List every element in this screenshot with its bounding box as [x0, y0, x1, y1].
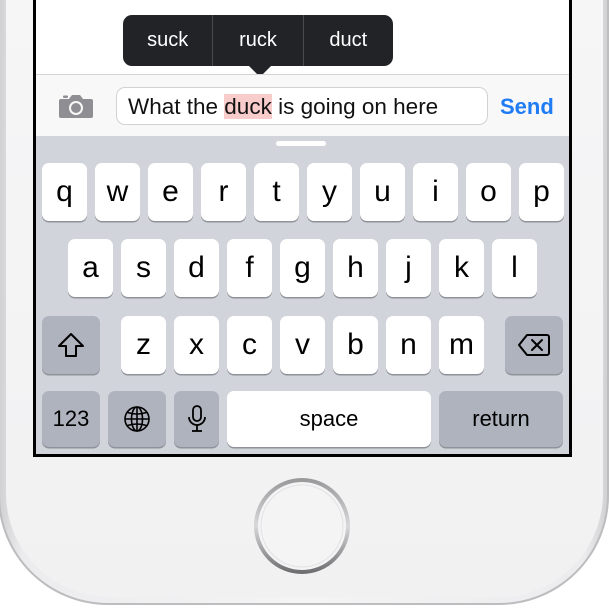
key-a[interactable]: a [68, 239, 113, 297]
key-h[interactable]: h [333, 239, 378, 297]
screen: suck ruck duct What the duck is going on… [33, 0, 572, 457]
key-p[interactable]: p [519, 163, 564, 221]
suggestion-item[interactable]: ruck [213, 15, 304, 66]
keyboard: q w e r t y u i o p a s d f g h j k l z … [36, 136, 569, 454]
key-c[interactable]: c [227, 316, 272, 374]
camera-icon[interactable] [58, 93, 94, 119]
key-r[interactable]: r [201, 163, 246, 221]
numbers-key-label: 123 [52, 406, 90, 431]
misspelled-word[interactable]: duck [224, 94, 272, 119]
key-z[interactable]: z [121, 316, 166, 374]
numbers-key[interactable]: 123 [42, 391, 100, 447]
message-text-after: is going on here [271, 94, 439, 119]
message-input[interactable]: What the duck is going on here [116, 87, 488, 125]
globe-key[interactable] [108, 391, 166, 447]
phone: suck ruck duct What the duck is going on… [0, 0, 609, 612]
shift-key[interactable] [42, 316, 100, 374]
key-t[interactable]: t [254, 163, 299, 221]
key-y[interactable]: y [307, 163, 352, 221]
message-text-before: What the [128, 94, 225, 119]
shift-icon [58, 333, 84, 357]
key-g[interactable]: g [280, 239, 325, 297]
key-b[interactable]: b [333, 316, 378, 374]
screen-content: suck ruck duct What the duck is going on… [36, 0, 569, 454]
space-key-label: space [299, 406, 359, 431]
home-button[interactable] [253, 477, 351, 575]
globe-icon [124, 406, 150, 432]
key-e[interactable]: e [148, 163, 193, 221]
return-key-label: return [472, 406, 530, 431]
backspace-key[interactable] [505, 316, 563, 374]
key-l[interactable]: l [492, 239, 537, 297]
key-w[interactable]: w [95, 163, 140, 221]
send-button[interactable]: Send [500, 94, 554, 120]
key-k[interactable]: k [439, 239, 484, 297]
keyboard-grabber [276, 141, 326, 146]
key-m[interactable]: m [439, 316, 484, 374]
backspace-icon [518, 334, 550, 356]
space-key[interactable]: space [227, 391, 431, 447]
key-x[interactable]: x [174, 316, 219, 374]
spelling-suggestions: suck ruck duct [123, 15, 393, 66]
key-n[interactable]: n [386, 316, 431, 374]
microphone-icon [187, 405, 206, 432]
key-u[interactable]: u [360, 163, 405, 221]
suggestion-item[interactable]: duct [304, 15, 393, 66]
key-v[interactable]: v [280, 316, 325, 374]
key-f[interactable]: f [227, 239, 272, 297]
microphone-key[interactable] [174, 391, 219, 447]
key-o[interactable]: o [466, 163, 511, 221]
key-d[interactable]: d [174, 239, 219, 297]
message-bar: What the duck is going on here Send [36, 74, 569, 137]
suggestion-item[interactable]: suck [123, 15, 214, 66]
key-j[interactable]: j [386, 239, 431, 297]
key-q[interactable]: q [42, 163, 87, 221]
key-i[interactable]: i [413, 163, 458, 221]
key-s[interactable]: s [121, 239, 166, 297]
return-key[interactable]: return [439, 391, 563, 447]
